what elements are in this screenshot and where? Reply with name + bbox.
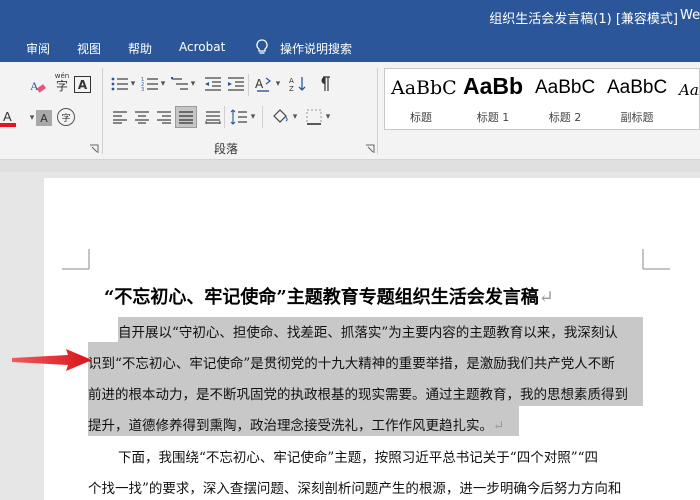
style-preview: AaBbC [535, 77, 596, 98]
svg-text:A: A [255, 77, 264, 91]
style-name: 标题 1 [476, 111, 510, 124]
style-preview: AaBbC [391, 77, 457, 99]
phonetic-char: 字 [55, 78, 68, 93]
paragraph-mark: ↵ [538, 287, 554, 308]
tab-view[interactable]: 视图 [77, 40, 101, 57]
paragraph-group-label: 段落 [214, 142, 239, 156]
shading-dropdown-icon[interactable]: ▾ [290, 107, 300, 127]
style-subtle-emphasis[interactable]: AaBb [673, 69, 699, 129]
svg-text:A: A [30, 79, 39, 93]
styles-gallery: AaBbC 标题 AaBb 标题 1 AaBbC 标题 2 AaBbC 副标题 … [384, 68, 700, 130]
character-border-button[interactable]: A [74, 76, 91, 93]
decrease-indent-icon[interactable] [203, 74, 223, 94]
shading-icon[interactable] [270, 107, 290, 127]
bullets-dropdown-icon[interactable]: ▾ [128, 74, 138, 94]
tab-help[interactable]: 帮助 [128, 40, 152, 57]
paragraph-line[interactable]: 下面，我围绕“不忘初心、牢记使命”主题，按照习近平总书记关于“四个对照”“四 [118, 446, 598, 466]
svg-text:A: A [289, 77, 294, 85]
sort-icon[interactable]: AZ [288, 74, 308, 94]
tab-acrobat[interactable]: Acrobat [179, 40, 225, 54]
enclose-characters-button[interactable]: 字 [57, 108, 75, 126]
svg-text:A: A [3, 109, 12, 124]
style-name: 副标题 [620, 111, 654, 124]
borders-icon[interactable] [304, 107, 324, 127]
distributed-icon[interactable] [203, 107, 223, 127]
bullets-icon[interactable] [110, 74, 130, 94]
row-separator [262, 106, 263, 128]
style-preview: AaBb [679, 81, 699, 99]
group-separator [377, 68, 378, 154]
numbering-icon[interactable]: 123 [140, 74, 160, 94]
paragraph-line[interactable]: 前进的根本动力，是不断巩固党的执政根基的现实需要。通过主题教育，我的思想素质得到 [88, 383, 628, 403]
line-spacing-icon[interactable] [229, 107, 249, 127]
chinese-layout-dropdown-icon[interactable]: ▾ [273, 74, 283, 94]
style-preview: AaBb [463, 73, 524, 99]
style-heading-2[interactable]: AaBbC 标题 2 [529, 69, 601, 129]
multilevel-list-icon[interactable] [170, 74, 190, 94]
tell-me-search[interactable]: 操作说明搜索 [280, 40, 352, 57]
borders-dropdown-icon[interactable]: ▾ [323, 107, 333, 127]
character-shading-label: A [40, 111, 48, 125]
paragraph-line[interactable]: 提升，道德修养得到熏陶，政治理念接受洗礼，工作作风更趋扎实。↵ [88, 414, 504, 434]
style-name: 标题 [410, 111, 432, 124]
row-separator [224, 106, 225, 128]
lightbulb-icon[interactable] [254, 38, 270, 56]
paragraph-line[interactable]: 自开展以“守初心、担使命、找差距、抓落实”为主要内容的主题教育以来，我深刻认 [118, 321, 618, 341]
align-left-icon[interactable] [110, 107, 130, 127]
ruler-strip [0, 160, 700, 172]
font-dialog-launcher-icon[interactable] [89, 144, 99, 154]
paragraph-line-text: 提升，道德修养得到熏陶，政治理念接受洗礼，工作作风更趋扎实。 [88, 418, 493, 434]
style-title[interactable]: AaBbC 标题 [385, 69, 457, 129]
svg-text:3: 3 [141, 87, 144, 92]
app-name-fragment: We [680, 8, 700, 23]
align-right-icon[interactable] [154, 107, 174, 127]
row-separator [248, 74, 249, 96]
document-title-text: “不忘初心、牢记使命”主题教育专题组织生活会发言稿 [104, 287, 539, 308]
chinese-layout-icon[interactable]: A [254, 74, 274, 94]
character-border-label: A [77, 77, 88, 92]
paragraph-line[interactable]: 个找一找”的要求，深入查摆问题、深刻剖析问题产生的根源，进一步明确今后努力方向和 [88, 477, 621, 497]
crop-mark-left [62, 249, 90, 270]
style-name: 标题 2 [548, 111, 582, 124]
increase-indent-icon[interactable] [226, 74, 246, 94]
style-heading-1[interactable]: AaBb 标题 1 [457, 69, 529, 129]
show-paragraph-marks-icon[interactable] [314, 74, 334, 94]
paragraph-mark: ↵ [493, 418, 505, 434]
paragraph-dialog-launcher-icon[interactable] [365, 144, 375, 154]
svg-text:Z: Z [289, 85, 294, 93]
justify-icon[interactable] [175, 106, 197, 128]
tab-review[interactable]: 审阅 [26, 40, 50, 57]
window-title: 组织生活会发言稿(1) [兼容模式] [489, 12, 678, 27]
red-arrow-icon [12, 349, 92, 371]
line-spacing-dropdown-icon[interactable]: ▾ [248, 107, 258, 127]
paragraph-line[interactable]: 识到“不忘初心、牢记使命”是贯彻党的十九大精神的重要举措，是激励我们共产党人不断 [88, 352, 615, 372]
font-color-button[interactable]: A [0, 108, 20, 128]
ribbon-tab-bar: 审阅 视图 帮助 Acrobat 操作说明搜索 [0, 34, 700, 62]
style-subtitle[interactable]: AaBbC 副标题 [601, 69, 673, 129]
clear-formatting-icon[interactable]: A [28, 76, 48, 96]
multilevel-dropdown-icon[interactable]: ▾ [188, 74, 198, 94]
group-separator [102, 68, 103, 154]
document-title[interactable]: “不忘初心、牢记使命”主题教育专题组织生活会发言稿↵ [104, 283, 554, 309]
phonetic-guide-button[interactable]: wén 字 [52, 72, 72, 92]
enclose-characters-label: 字 [61, 113, 71, 124]
align-center-icon[interactable] [132, 107, 152, 127]
character-shading-button[interactable]: A [36, 110, 52, 126]
crop-mark-right [642, 249, 670, 270]
style-preview: AaBbC [607, 77, 668, 98]
numbering-dropdown-icon[interactable]: ▾ [158, 74, 168, 94]
title-bar: 组织生活会发言稿(1) [兼容模式] We [0, 0, 700, 34]
